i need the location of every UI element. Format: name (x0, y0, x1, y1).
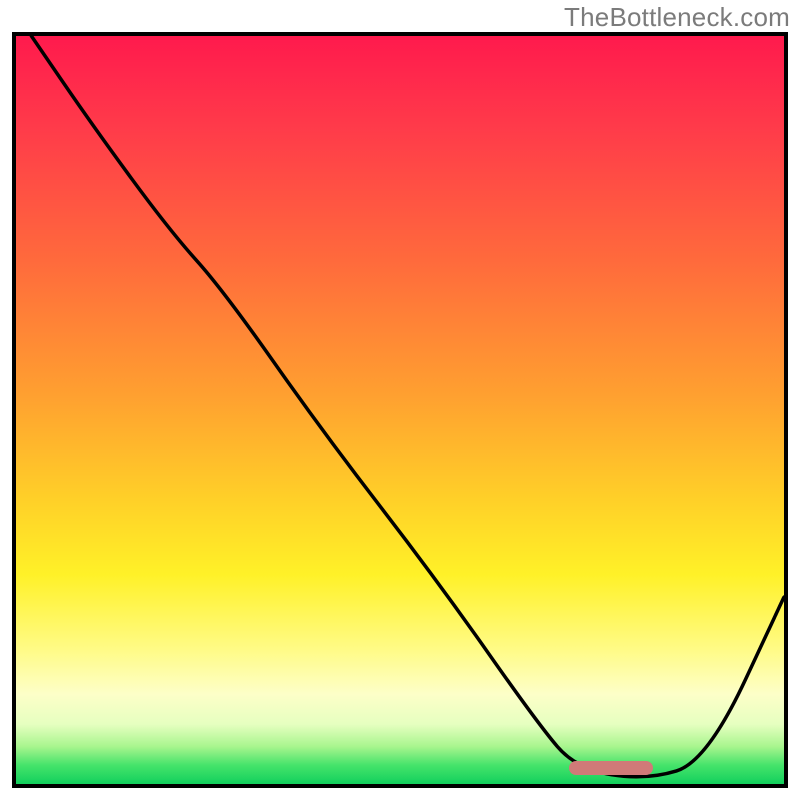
optimal-marker (569, 761, 653, 775)
watermark-label: TheBottleneck.com (564, 2, 790, 33)
bottleneck-chart: TheBottleneck.com (0, 0, 800, 800)
plot-frame (12, 32, 788, 788)
bottleneck-curve (31, 36, 784, 777)
curve-overlay (16, 36, 784, 784)
